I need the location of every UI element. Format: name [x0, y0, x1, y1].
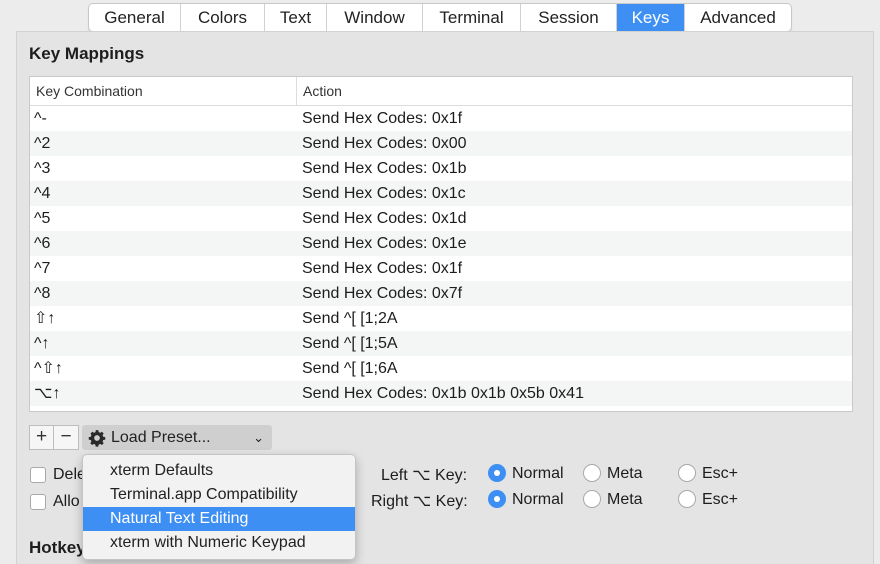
right-option-meta-label: Meta [607, 491, 643, 508]
allow-checkbox[interactable] [30, 494, 46, 510]
table-row[interactable]: ^6 Send Hex Codes: 0x1e [30, 231, 852, 256]
action-cell: Send Hex Codes: 0x1f [302, 260, 463, 277]
action-cell: Send Hex Codes: 0x7f [302, 285, 463, 302]
menu-item-terminal-app-compatibility[interactable]: Terminal.app Compatibility [83, 483, 355, 507]
menu-item-natural-text-editing[interactable]: Natural Text Editing [83, 507, 355, 531]
load-preset-menu: xterm Defaults Terminal.app Compatibilit… [82, 454, 356, 560]
tab-text[interactable]: Text [265, 4, 327, 31]
table-row[interactable]: ^2 Send Hex Codes: 0x00 [30, 131, 852, 156]
key-cell: ^4 [34, 185, 51, 202]
right-option-normal-label: Normal [512, 491, 564, 508]
delete-checkbox[interactable] [30, 467, 46, 483]
load-preset-button[interactable]: Load Preset... ⌄ [82, 425, 272, 450]
tab-advanced[interactable]: Advanced [685, 4, 791, 31]
table-row[interactable]: ⇧↑ Send ^[ [1;2A [30, 306, 852, 331]
key-cell: ^↑ [34, 335, 50, 352]
table-row[interactable]: ^4 Send Hex Codes: 0x1c [30, 181, 852, 206]
tab-colors[interactable]: Colors [181, 4, 265, 31]
left-option-key-label: Left ⌥ Key: [381, 467, 468, 484]
tab-keys[interactable]: Keys [617, 4, 685, 31]
key-cell: ^7 [34, 260, 51, 277]
menu-item-xterm-numeric-keypad[interactable]: xterm with Numeric Keypad [83, 531, 355, 555]
table-row[interactable]: ^- Send Hex Codes: 0x1f [30, 106, 852, 131]
mapping-edit-buttons: + − [29, 425, 79, 450]
remove-mapping-button[interactable]: − [54, 425, 79, 450]
key-cell: ^- [34, 110, 47, 127]
key-mappings-title: Key Mappings [29, 44, 145, 63]
key-cell: ^3 [34, 160, 51, 177]
left-option-meta-label: Meta [607, 465, 643, 482]
left-option-normal-radio[interactable] [488, 464, 506, 482]
tab-terminal[interactable]: Terminal [423, 4, 521, 31]
left-option-esc-label: Esc+ [702, 465, 739, 482]
column-header-key-combination[interactable]: Key Combination [30, 77, 297, 105]
action-cell: Send ^[ [1;2A [302, 310, 398, 327]
left-option-normal-label: Normal [512, 465, 564, 482]
key-cell: ⇧↑ [34, 310, 56, 327]
table-row[interactable]: ⌥↑ Send Hex Codes: 0x1b 0x1b 0x5b 0x41 [30, 381, 852, 406]
tab-window[interactable]: Window [327, 4, 423, 31]
key-cell: ^⇧↑ [34, 360, 63, 377]
table-body: ^- Send Hex Codes: 0x1f ^2 Send Hex Codes:… [30, 106, 852, 406]
key-cell: ^5 [34, 210, 51, 227]
right-option-key-label: Right ⌥ Key: [371, 493, 468, 510]
action-cell: Send Hex Codes: 0x1b 0x1b 0x5b 0x41 [302, 385, 584, 402]
key-cell: ^2 [34, 135, 51, 152]
table-row[interactable]: ^3 Send Hex Codes: 0x1b [30, 156, 852, 181]
load-preset-label: Load Preset... [111, 428, 211, 446]
add-mapping-button[interactable]: + [29, 425, 54, 450]
action-cell: Send Hex Codes: 0x00 [302, 135, 467, 152]
action-cell: Send Hex Codes: 0x1e [302, 235, 467, 252]
tab-session[interactable]: Session [521, 4, 617, 31]
right-option-esc-label: Esc+ [702, 491, 739, 508]
table-header: Key Combination Action [30, 77, 852, 106]
menu-item-xterm-defaults[interactable]: xterm Defaults [83, 459, 355, 483]
key-cell: ⌥↑ [34, 385, 61, 402]
column-header-action[interactable]: Action [297, 77, 852, 105]
action-cell: Send ^[ [1;5A [302, 335, 398, 352]
right-option-esc-radio[interactable] [678, 490, 696, 508]
action-cell: Send Hex Codes: 0x1d [302, 210, 467, 227]
table-row[interactable]: ^7 Send Hex Codes: 0x1f [30, 256, 852, 281]
right-option-normal-radio[interactable] [488, 490, 506, 508]
tab-general[interactable]: General [89, 4, 181, 31]
allow-checkbox-label: Allo [53, 493, 80, 510]
delete-checkbox-label: Dele [53, 466, 86, 483]
action-cell: Send Hex Codes: 0x1f [302, 110, 463, 127]
table-row[interactable]: ^⇧↑ Send ^[ [1;6A [30, 356, 852, 381]
table-row[interactable]: ^8 Send Hex Codes: 0x7f [30, 281, 852, 306]
key-cell: ^6 [34, 235, 51, 252]
preferences-tab-bar: General Colors Text Window Terminal Sess… [88, 3, 792, 32]
action-cell: Send Hex Codes: 0x1b [302, 160, 467, 177]
action-cell: Send ^[ [1;6A [302, 360, 398, 377]
right-option-meta-radio[interactable] [583, 490, 601, 508]
table-row[interactable]: ^↑ Send ^[ [1;5A [30, 331, 852, 356]
left-option-esc-radio[interactable] [678, 464, 696, 482]
key-mappings-table[interactable]: Key Combination Action ^- Send Hex Codes:… [29, 76, 853, 412]
gear-icon [88, 429, 106, 447]
chevron-down-icon: ⌄ [253, 429, 264, 445]
key-cell: ^8 [34, 285, 51, 302]
table-row[interactable]: ^5 Send Hex Codes: 0x1d [30, 206, 852, 231]
left-option-meta-radio[interactable] [583, 464, 601, 482]
action-cell: Send Hex Codes: 0x1c [302, 185, 466, 202]
